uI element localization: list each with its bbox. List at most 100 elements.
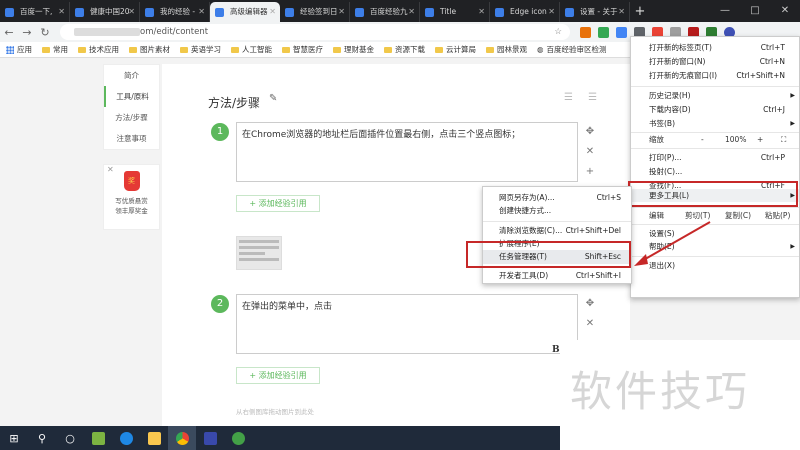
step-thumbnail-image[interactable] [236,236,282,270]
submenu-devtools[interactable]: 开发者工具(D) Ctrl+Shift+I [483,269,631,283]
address-bar[interactable]: om/edit/content ☆ [60,24,570,40]
close-icon[interactable]: ✕ [583,314,597,334]
copy-button[interactable]: 复制(C) [725,209,751,223]
tab-title: 我的经验 - [160,7,196,16]
close-icon[interactable]: ✕ [583,142,597,162]
task-view-icon[interactable]: ○ [56,426,84,450]
browser-tab[interactable]: 百度一下, ✕ [0,2,70,22]
start-button[interactable]: ⊞ [0,426,28,450]
new-tab-button[interactable]: + [630,2,650,22]
add-icon[interactable]: + [583,162,597,182]
bookmark-item[interactable]: 理财基金 [333,44,374,55]
photos-icon[interactable] [196,426,224,450]
back-button[interactable]: ← [0,26,18,39]
browser-tab[interactable]: 高级编辑器 ✕ [210,2,280,22]
submenu-create-shortcut[interactable]: 创建快捷方式... [483,204,631,218]
left-nav-item[interactable]: 方法/步骤 [104,107,159,128]
menu-new-window[interactable]: 打开新的窗口(N) Ctrl+N [631,55,799,68]
menu-label: 打开新的标签页(T) [649,43,712,52]
browser-tab[interactable]: Title ✕ [420,2,490,22]
left-nav-item[interactable]: 工具/原料 [104,86,159,107]
tab-close-icon[interactable]: ✕ [408,2,415,22]
browser-tab[interactable]: 设置 - 关于 ✕ [560,2,630,22]
menu-incognito[interactable]: 打开新的无痕窗口(I) Ctrl+Shift+N [631,69,799,82]
extension-icon[interactable] [580,26,591,38]
tab-title: Title [440,7,457,16]
browser-tab[interactable]: 百度经验九 ✕ [350,2,420,22]
maximize-button[interactable]: □ [740,0,770,22]
cut-button[interactable]: 剪切(T) [685,209,710,223]
extension-icon[interactable] [616,26,627,38]
tab-close-icon[interactable]: ✕ [618,2,625,22]
tab-close-icon[interactable]: ✕ [548,2,555,22]
bookmark-item[interactable]: 应用 [6,44,32,55]
step-text-box[interactable]: 在弹出的菜单中，点击 [236,294,578,354]
bookmark-item[interactable]: 英语学习 [180,44,221,55]
search-icon[interactable]: ⚲ [28,426,56,450]
browser-tab[interactable]: 经验签到日 ✕ [280,2,350,22]
move-icon[interactable]: ✥ [583,122,597,142]
tab-close-icon[interactable]: ✕ [198,2,205,22]
folder-icon [384,46,392,53]
menu-cast[interactable]: 投射(C)... [631,165,799,178]
browser-tab[interactable]: 健康中国20 ✕ [70,2,140,22]
add-reference-button[interactable]: + 添加经验引用 [236,367,320,384]
bookmark-star-icon[interactable]: ☆ [554,24,562,40]
bookmark-item[interactable]: 云计算局 [435,44,476,55]
menu-print[interactable]: 打印(P)... Ctrl+P [631,151,799,164]
bookmark-item[interactable]: 资源下载 [384,44,425,55]
close-window-button[interactable]: ✕ [770,0,800,22]
file-explorer-icon[interactable] [140,426,168,450]
chrome-main-menu: 打开新的标签页(T) Ctrl+T 打开新的窗口(N) Ctrl+N 打开新的无痕窗… [630,36,800,298]
bookmark-item[interactable]: 图片素材 [129,44,170,55]
menu-exit[interactable]: 退出(X) [631,259,799,272]
bookmark-item[interactable]: ◍ 百度经验审区检测 [537,44,607,55]
submenu-save-page[interactable]: 网页另存为(A)... Ctrl+S [483,191,631,205]
step-text-box[interactable]: 在Chrome浏览器的地址栏后面插件位置最右侧，点击三个竖点图标； [236,122,578,182]
fullscreen-icon[interactable]: ⛶ [781,133,786,147]
list-icons[interactable]: ☰ ☰ [564,92,603,103]
menu-bookmarks[interactable]: 书签(B) ▶ [631,117,799,130]
menu-label: 历史记录(H) [649,91,691,100]
browser-tab[interactable]: Edge icon ✕ [490,2,560,22]
submenu-clear-data[interactable]: 清除浏览数据(C)... Ctrl+Shift+Del [483,224,631,238]
tab-close-icon[interactable]: ✕ [338,2,345,22]
bookmark-item[interactable]: 园林景观 [486,44,527,55]
minimize-button[interactable]: — [710,0,740,22]
menu-downloads[interactable]: 下载内容(D) Ctrl+J [631,103,799,116]
bookmark-item[interactable]: 技术应用 [78,44,119,55]
browser-tab[interactable]: 我的经验 - ✕ [140,2,210,22]
bookmark-item[interactable]: 智慧医疗 [282,44,323,55]
tab-close-icon[interactable]: ✕ [58,2,65,22]
edit-pen-icon[interactable]: ✎ [269,93,277,104]
tab-close-icon[interactable]: ✕ [269,2,276,22]
menu-new-tab[interactable]: 打开新的标签页(T) Ctrl+T [631,41,799,54]
reward-card[interactable]: ✕ 奖 写优质悬赏 领丰厚奖金 [103,164,160,230]
menu-help[interactable]: 帮助(E) ▶ [631,240,799,253]
zoom-in-button[interactable]: + [757,133,763,147]
reload-button[interactable]: ↻ [36,26,54,39]
menu-history[interactable]: 历史记录(H) ▶ [631,89,799,102]
move-icon[interactable]: ✥ [583,294,597,314]
left-nav-item[interactable]: 注意事项 [104,128,159,149]
zoom-out-button[interactable]: - [701,133,704,147]
tab-close-icon[interactable]: ✕ [478,2,485,22]
add-reference-button[interactable]: + 添加经验引用 [236,195,320,212]
edge-icon[interactable] [112,426,140,450]
window-controls: — □ ✕ [710,0,800,22]
submenu-arrow-icon: ▶ [790,243,795,250]
left-nav-item[interactable]: 简介 [104,65,159,86]
menu-settings[interactable]: 设置(S) [631,227,799,240]
forward-button[interactable]: → [18,26,36,39]
bookmark-item[interactable]: 常用 [42,44,68,55]
bookmark-item[interactable]: 人工智能 [231,44,272,55]
paste-button[interactable]: 粘贴(P) [765,209,790,223]
bold-button[interactable]: B [552,345,560,355]
close-icon[interactable]: ✕ [107,165,114,174]
chrome-icon[interactable] [168,426,196,450]
wechat-icon[interactable] [224,426,252,450]
extension-icon[interactable] [598,26,609,38]
task-manager-highlight [466,241,631,268]
notepad-icon[interactable] [84,426,112,450]
tab-close-icon[interactable]: ✕ [128,2,135,22]
